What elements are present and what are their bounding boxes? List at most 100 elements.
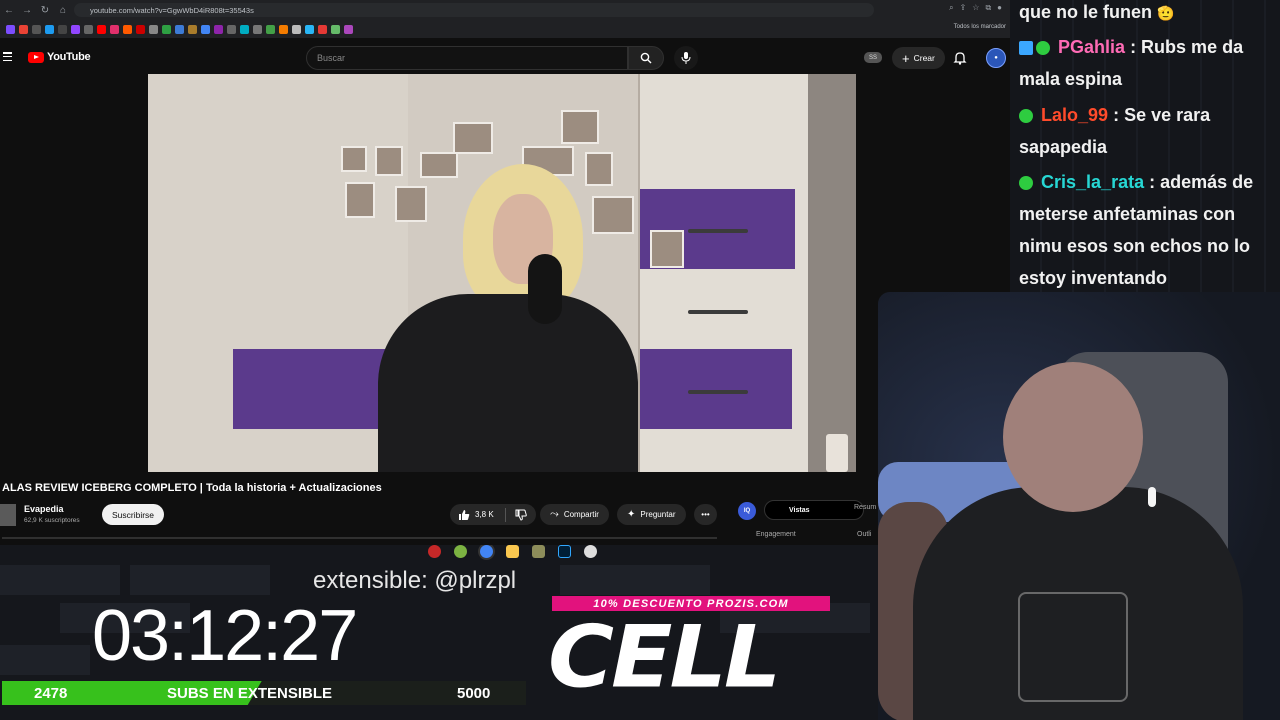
plus-icon: + (902, 50, 910, 66)
subscribe-button[interactable]: Suscribirse (102, 504, 165, 525)
video-microphone (528, 254, 562, 324)
video-person-body (378, 294, 638, 472)
instagram-icon[interactable] (110, 24, 119, 34)
bookmark-icon[interactable] (305, 24, 314, 34)
ss-badge[interactable]: SS (864, 52, 882, 63)
bookmark-icon[interactable] (175, 24, 184, 34)
folder-icon[interactable] (506, 545, 519, 558)
engagement-label[interactable]: Engagement (756, 531, 796, 538)
bookmark-star-icon[interactable]: ☆ (972, 3, 979, 13)
youtube-play-icon (28, 51, 44, 63)
video-photo (375, 146, 403, 176)
app-icon[interactable] (532, 545, 545, 558)
bookmark-icon[interactable] (214, 24, 223, 34)
hamburger-menu-icon[interactable] (3, 52, 12, 61)
thumbs-down-icon[interactable] (515, 509, 527, 521)
bookmark-icon[interactable] (149, 24, 158, 34)
pinterest-icon[interactable] (136, 24, 145, 34)
bookmark-icon[interactable] (162, 24, 171, 34)
extensions-icon[interactable]: ⧉ (985, 3, 991, 13)
like-button[interactable]: 3,8 K (458, 509, 494, 521)
bookmark-icon[interactable] (6, 24, 15, 34)
subs-current-count: 2478 (34, 685, 68, 702)
subs-goal-bar: 2478 SUBS EN EXTENSIBLE 5000 (2, 681, 526, 705)
bookmark-icon[interactable] (45, 24, 54, 34)
back-icon[interactable]: ← (0, 1, 18, 19)
photoshop-icon[interactable] (558, 545, 571, 558)
bookmark-icon[interactable] (292, 24, 301, 34)
youtube-logo[interactable]: YouTube (28, 51, 91, 63)
twitch-icon[interactable] (71, 24, 80, 34)
video-player[interactable] (148, 74, 856, 472)
bookmark-icon[interactable] (123, 24, 132, 34)
account-avatar[interactable]: ● (986, 48, 1006, 68)
stream-screen: ← → ↻ ⌂ youtube.com/watch?v=GgwWbD4iR808… (0, 0, 1280, 720)
badge-icon (1019, 176, 1033, 191)
bookmark-icon[interactable] (344, 24, 353, 34)
chat-username: Lalo_99 (1041, 105, 1109, 125)
like-dislike-group: 3,8 K (450, 504, 536, 525)
iq-icon[interactable]: IQ (738, 502, 756, 520)
channel-avatar[interactable] (0, 504, 16, 526)
bookmark-icon[interactable] (266, 24, 275, 34)
home-icon[interactable]: ⌂ (54, 1, 72, 19)
all-bookmarks-folder[interactable]: Todos los marcador (954, 24, 1006, 30)
more-actions-button[interactable]: ••• (694, 504, 717, 525)
webcam-feed (878, 292, 1280, 720)
youtube-bookmark-icon[interactable] (97, 24, 106, 34)
forward-icon[interactable]: → (18, 1, 36, 19)
brick-decor (0, 565, 120, 595)
tab-resumen[interactable]: Resum (854, 504, 876, 511)
zoom-icon[interactable]: ⌕ (949, 3, 953, 13)
gmail-icon[interactable] (19, 24, 28, 34)
bookmark-icon[interactable] (32, 24, 41, 34)
profile-icon[interactable]: ● (997, 3, 1002, 13)
badge-icon (1019, 109, 1033, 124)
app-icon[interactable] (428, 545, 441, 558)
brick-decor (560, 565, 710, 595)
chat-message: PGahlia : Rubs me da mala espina (1019, 31, 1279, 95)
reload-icon[interactable]: ↻ (36, 1, 54, 19)
search-button[interactable] (628, 46, 664, 70)
microphone-icon (681, 52, 691, 64)
notifications-bell-icon[interactable] (952, 50, 968, 66)
bookmark-icon[interactable] (240, 24, 249, 34)
address-bar[interactable]: youtube.com/watch?v=GgwWbD4iR808t=35543s (74, 3, 874, 17)
share-button[interactable]: ⤳ Compartir (540, 504, 609, 525)
subs-goal-label: SUBS EN EXTENSIBLE (167, 685, 333, 702)
webcam-head (1003, 362, 1143, 512)
search-input[interactable]: Buscar (306, 46, 628, 70)
create-button[interactable]: + Crear (892, 47, 945, 69)
ask-label: Preguntar (640, 510, 676, 519)
bookmark-icon[interactable] (279, 24, 288, 34)
app-icon[interactable] (584, 545, 597, 558)
app-icon[interactable] (454, 545, 467, 558)
search-icon (640, 52, 652, 64)
video-drawer (640, 349, 792, 429)
channel-name[interactable]: Evapedia (24, 504, 64, 514)
outline-label[interactable]: Outli (857, 531, 871, 538)
thumbs-up-icon (459, 509, 470, 520)
bookmark-icon[interactable] (58, 24, 67, 34)
chat-message: Lalo_99 : Se ve rara sapapedia (1019, 99, 1279, 163)
video-photo (592, 196, 634, 234)
bookmark-icon[interactable] (84, 24, 93, 34)
share-page-icon[interactable]: ⇪ (960, 3, 967, 13)
bookmark-icon[interactable] (318, 24, 327, 34)
video-photo (561, 110, 599, 144)
bookmark-icon[interactable] (253, 24, 262, 34)
ask-button[interactable]: ✦ Preguntar (617, 504, 686, 525)
divider (504, 507, 506, 522)
chrome-icon[interactable] (480, 545, 493, 558)
tab-vistas[interactable]: Vistas (764, 500, 864, 520)
badge-icon (1036, 41, 1050, 56)
search-placeholder: Buscar (317, 53, 346, 63)
bookmark-icon[interactable] (227, 24, 236, 34)
bookmark-icon[interactable] (188, 24, 197, 34)
create-label: Crear (913, 53, 935, 63)
voice-search-button[interactable] (674, 46, 698, 70)
bookmark-icon[interactable] (201, 24, 210, 34)
browser-window: ← → ↻ ⌂ youtube.com/watch?v=GgwWbD4iR808… (0, 0, 1010, 545)
bookmark-icon[interactable] (331, 24, 340, 34)
webcam-shirt-print (1018, 592, 1128, 702)
